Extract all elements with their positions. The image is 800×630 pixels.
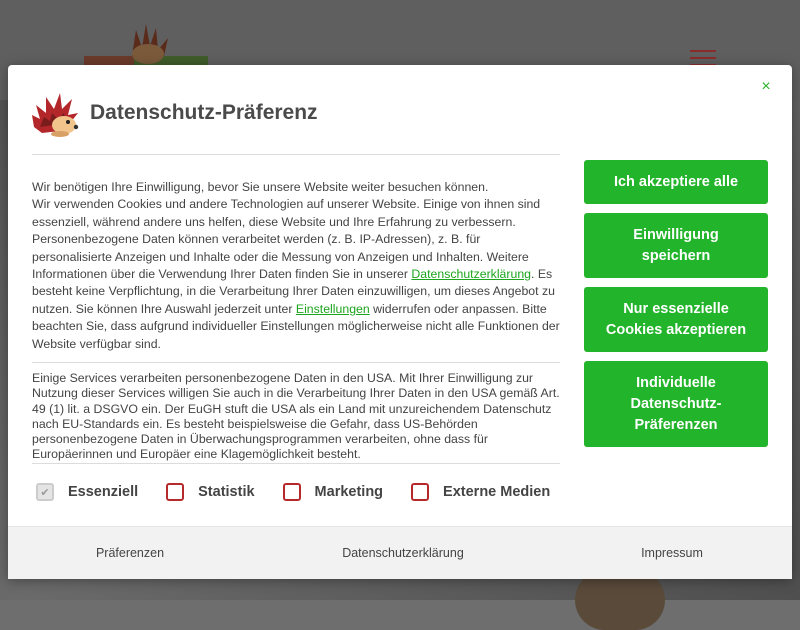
divider (32, 154, 560, 155)
site-logo (84, 24, 208, 70)
consent-intro-text: Wir benötigen Ihre Einwilligung, bevor S… (32, 179, 562, 353)
checkbox-marketing[interactable]: Marketing (282, 483, 384, 501)
checkbox-marketing-label[interactable]: Marketing (315, 484, 384, 500)
hedgehog-mascot-icon (32, 93, 79, 137)
footer-privacy-link[interactable]: Datenschutzerklärung (338, 546, 468, 560)
consent-checkboxes: ✔ Essenziell Statistik Marketing Externe… (36, 481, 578, 503)
checkbox-statistik[interactable]: Statistik (166, 483, 255, 501)
privacy-modal: × Datenschutz-Präferenz Wir benötigen Ih… (8, 65, 792, 579)
checkbox-marketing-box[interactable] (282, 483, 301, 501)
modal-title: Datenschutz-Präferenz (90, 101, 318, 124)
usa-notice-text: Einige Services verarbeiten personenbezo… (32, 371, 560, 462)
footer-preferences-link[interactable]: Präferenzen (90, 546, 170, 560)
check-icon: ✔ (40, 486, 50, 499)
checkbox-statistik-label[interactable]: Statistik (198, 484, 254, 500)
checkbox-externe-medien-label[interactable]: Externe Medien (443, 484, 550, 500)
save-consent-button[interactable]: Einwilligung speichern (584, 213, 768, 278)
divider (32, 362, 560, 363)
accept-all-button[interactable]: Ich akzeptiere alle (584, 160, 768, 204)
hero-badge (575, 570, 665, 630)
checkbox-essenziell-box: ✔ (36, 483, 54, 501)
modal-footer: Präferenzen Datenschutzerklärung Impress… (8, 526, 792, 579)
checkbox-externe-medien[interactable]: Externe Medien (411, 483, 550, 501)
individual-preferences-button[interactable]: Individuelle Datenschutz-Präferenzen (584, 361, 768, 447)
close-icon[interactable]: × (758, 79, 774, 95)
intro-text-part1: Wir benötigen Ihre Einwilligung, bevor S… (32, 180, 541, 282)
checkbox-statistik-box[interactable] (166, 483, 185, 501)
checkbox-essenziell-label: Essenziell (68, 484, 139, 500)
footer-imprint-link[interactable]: Impressum (632, 546, 712, 560)
checkbox-externe-medien-box[interactable] (411, 483, 430, 501)
divider (32, 463, 560, 464)
privacy-policy-link[interactable]: Datenschutzerklärung (411, 267, 531, 281)
settings-link[interactable]: Einstellungen (296, 302, 370, 316)
checkbox-essenziell: ✔ Essenziell (36, 483, 138, 501)
essential-only-button[interactable]: Nur essenzielle Cookies akzeptieren (584, 287, 768, 352)
